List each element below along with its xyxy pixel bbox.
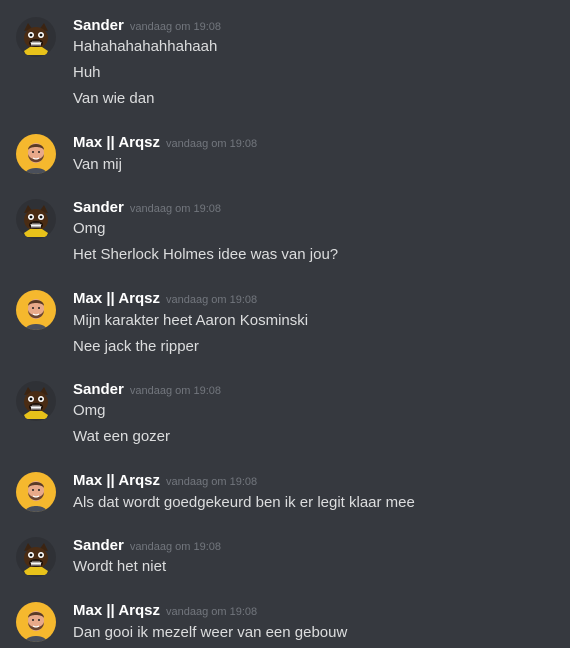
dog-avatar-icon[interactable] — [16, 199, 56, 239]
message-text: Omg — [73, 220, 106, 237]
message-header: Sander vandaag om 19:08 — [73, 537, 221, 557]
timestamp: vandaag om 19:08 — [129, 541, 221, 553]
timestamp: vandaag om 19:08 — [166, 606, 258, 618]
message-text: Nee jack the ripper — [73, 338, 199, 355]
timestamp: vandaag om 19:08 — [166, 476, 258, 488]
dog-avatar-icon[interactable] — [16, 381, 56, 421]
message-header: Sander vandaag om 19:08 — [73, 17, 221, 37]
dog-avatar-icon[interactable] — [16, 537, 56, 577]
message-text: Mijn karakter heet Aaron Kosminski — [73, 312, 309, 329]
timestamp: vandaag om 19:08 — [166, 294, 258, 306]
message-header: Max || Arqsz vandaag om 19:08 — [73, 134, 257, 154]
message-text: Omg — [73, 402, 106, 419]
message-text: Het Sherlock Holmes idee was van jou? — [73, 246, 339, 263]
message-header: Max || Arqsz vandaag om 19:08 — [73, 602, 257, 622]
message-text: Van mij — [73, 156, 122, 173]
timestamp: vandaag om 19:08 — [129, 21, 221, 33]
username[interactable]: Sander — [73, 17, 124, 34]
message-text: Van wie dan — [73, 90, 155, 107]
username[interactable]: Max || Arqsz — [73, 290, 160, 307]
message-text: Wat een gozer — [73, 428, 170, 445]
message-header: Sander vandaag om 19:08 — [73, 199, 221, 219]
dog-avatar-icon[interactable] — [16, 17, 56, 57]
username[interactable]: Sander — [73, 381, 124, 398]
timestamp: vandaag om 19:08 — [129, 203, 221, 215]
message-header: Max || Arqsz vandaag om 19:08 — [73, 290, 257, 310]
username[interactable]: Max || Arqsz — [73, 602, 160, 619]
message-text: Hahahahahahhahaah — [73, 38, 218, 55]
bearded-man-avatar-icon[interactable] — [16, 472, 56, 512]
message-header: Sander vandaag om 19:08 — [73, 381, 221, 401]
message-text: Wordt het niet — [73, 558, 167, 575]
message-text: Huh — [73, 64, 101, 81]
bearded-man-avatar-icon[interactable] — [16, 602, 56, 642]
bearded-man-avatar-icon[interactable] — [16, 134, 56, 174]
username[interactable]: Max || Arqsz — [73, 134, 160, 151]
timestamp: vandaag om 19:08 — [129, 385, 221, 397]
username[interactable]: Sander — [73, 537, 124, 554]
message-text: Als dat wordt goedgekeurd ben ik er legi… — [73, 494, 415, 511]
username[interactable]: Max || Arqsz — [73, 472, 160, 489]
timestamp: vandaag om 19:08 — [166, 138, 258, 150]
message-text: Dan gooi ik mezelf weer van een gebouw — [73, 624, 348, 641]
message-header: Max || Arqsz vandaag om 19:08 — [73, 472, 257, 492]
username[interactable]: Sander — [73, 199, 124, 216]
bearded-man-avatar-icon[interactable] — [16, 290, 56, 330]
